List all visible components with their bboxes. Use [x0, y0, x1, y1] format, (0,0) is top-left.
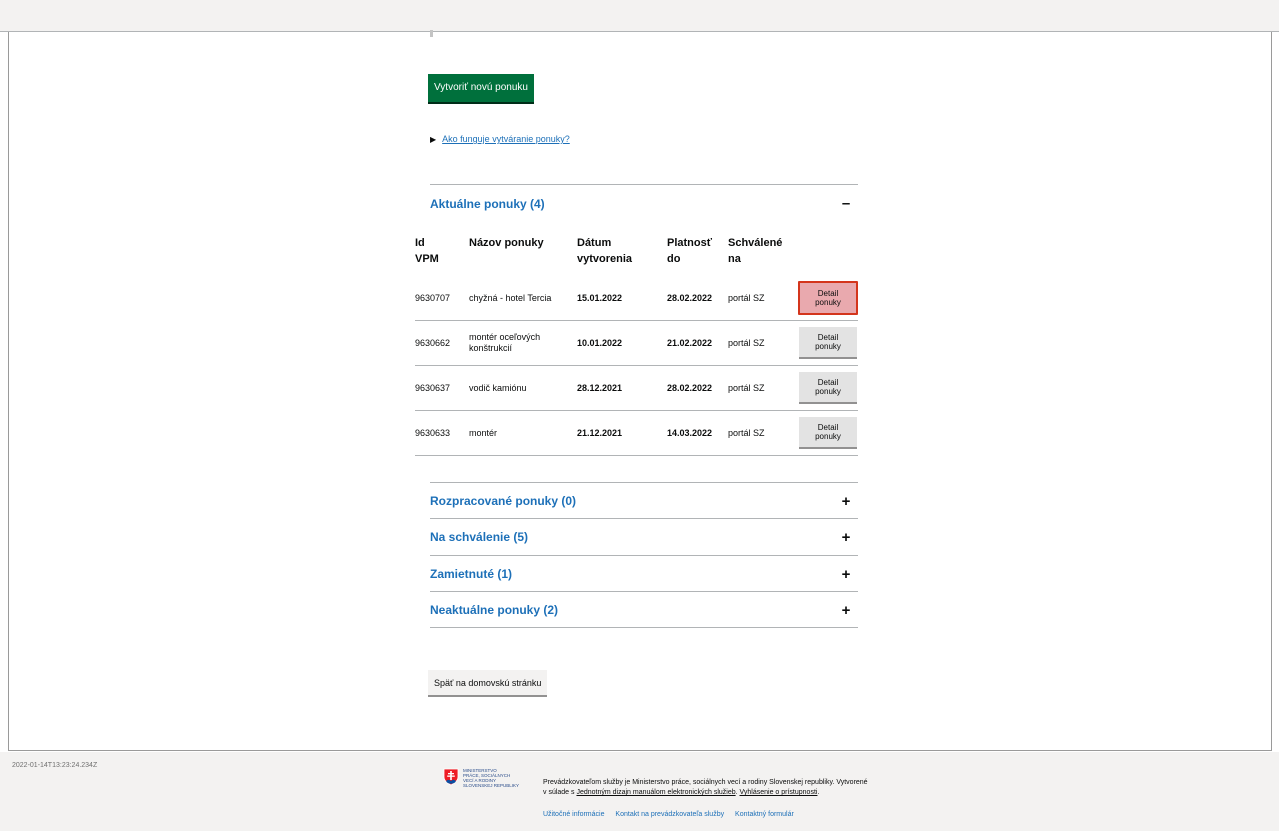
detail-button[interactable]: Detail ponuky [798, 281, 858, 315]
offer-valid: 28.02.2022 [667, 382, 713, 393]
slovak-emblem-icon [443, 768, 459, 786]
triangle-right-icon: ▶ [430, 134, 437, 144]
table-row: 9630637 vodič kamiónu 28.12.2021 28.02.2… [415, 366, 858, 411]
footer-link-form[interactable]: Kontaktný formulár [735, 811, 794, 818]
offer-id: 9630637 [415, 382, 451, 393]
detail-button[interactable]: Detail ponuky [799, 417, 857, 449]
offer-created: 15.01.2022 [577, 292, 623, 303]
footer-link-info[interactable]: Užitočné informácie [543, 811, 604, 818]
section-divider [430, 627, 858, 628]
expand-icon[interactable]: + [838, 603, 854, 618]
section-divider [430, 482, 858, 483]
section-title-current[interactable]: Aktuálne ponuky (4) [430, 197, 545, 211]
offer-valid: 28.02.2022 [667, 292, 713, 303]
section-divider [430, 184, 858, 185]
timestamp: 2022-01-14T13:23:24.234Z [12, 762, 98, 769]
expand-icon[interactable]: + [838, 494, 854, 509]
detail-button[interactable]: Detail ponuky [799, 372, 857, 404]
table-row: 9630707 chyžná - hotel Tercia 15.01.2022… [415, 276, 858, 321]
section-divider [430, 518, 858, 519]
offer-approved: portál SZ [728, 292, 765, 303]
col-header-approved: Schválené na [728, 237, 783, 265]
collapse-icon[interactable]: – [838, 196, 854, 211]
footer-text: Prevádzkovateľom služby je Ministerstvo … [543, 779, 868, 796]
col-header-id: Id VPM [415, 237, 439, 265]
ministry-logo: Ministerstvo práce, sociálnych vecí a ro… [443, 768, 523, 788]
offer-name: vodič kamiónu [469, 382, 527, 393]
offer-approved: portál SZ [728, 337, 765, 348]
ministry-name: Ministerstvo práce, sociálnych vecí a ro… [463, 768, 520, 788]
offer-id: 9630662 [415, 337, 451, 348]
offer-valid: 14.03.2022 [667, 427, 713, 438]
offer-id: 9630633 [415, 427, 451, 438]
offer-id: 9630707 [415, 292, 451, 303]
expand-icon[interactable]: + [838, 530, 854, 545]
offer-valid: 21.02.2022 [667, 337, 713, 348]
offer-name: montér [469, 427, 498, 438]
accessibility-link[interactable]: Vyhlásenie o prístupnosti [740, 789, 818, 796]
section-divider [430, 555, 858, 556]
section-title-drafts[interactable]: Rozpracované ponuky (0) [430, 494, 576, 508]
offer-name: chyžná - hotel Tercia [469, 292, 552, 303]
section-divider [430, 591, 858, 592]
footer-link-contact[interactable]: Kontakt na prevádzkovateľa služby [615, 811, 724, 818]
table-row: 9630662 montér oceľových konštrukcií 10.… [415, 321, 858, 366]
col-header-created: Dátum vytvorenia [577, 237, 633, 265]
offer-created: 10.01.2022 [577, 337, 623, 348]
browser-top-bar [0, 0, 1279, 32]
offer-approved: portál SZ [728, 427, 765, 438]
section-title-inactive[interactable]: Neaktuálne ponuky (2) [430, 603, 558, 617]
howto-link[interactable]: Ako funguje vytváranie ponuky? [442, 134, 570, 144]
design-manual-link[interactable]: Jednotným dizajn manuálom elektronických… [576, 789, 735, 796]
col-header-name: Názov ponuky [469, 237, 544, 249]
offer-created: 21.12.2021 [577, 427, 623, 438]
expand-icon[interactable]: + [838, 567, 854, 582]
footer: 2022-01-14T13:23:24.234Z Ministerstvo pr… [0, 752, 1279, 831]
table-row: 9630633 montér 21.12.2021 14.03.2022 por… [415, 411, 858, 456]
detail-button[interactable]: Detail ponuky [799, 327, 857, 359]
back-home-button[interactable]: Späť na domovskú stránku [428, 670, 548, 697]
offer-name: montér oceľových konštrukcií [469, 332, 541, 353]
create-offer-button[interactable]: Vytvoriť novú ponuku [428, 74, 534, 102]
section-title-rejected[interactable]: Zamietnuté (1) [430, 567, 512, 581]
footer-links: Užitočné informácie Kontakt na prevádzko… [543, 811, 803, 818]
offer-approved: portál SZ [728, 382, 765, 393]
offer-created: 28.12.2021 [577, 382, 623, 393]
section-title-pending[interactable]: Na schválenie (5) [430, 530, 528, 544]
howto-disclosure[interactable]: ▶ Ako funguje vytváranie ponuky? [430, 134, 570, 144]
scroll-marker [430, 30, 433, 37]
col-header-valid: Platnosť do [667, 237, 712, 265]
